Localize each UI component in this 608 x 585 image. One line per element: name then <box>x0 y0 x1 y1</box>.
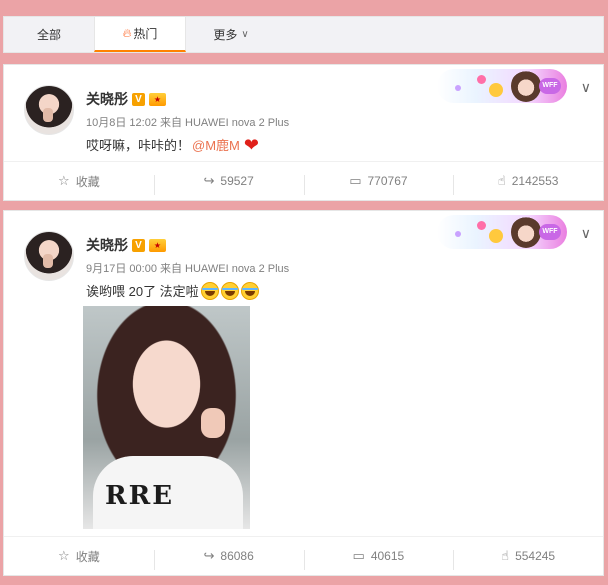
laugh-cry-emoji-icon <box>220 281 239 300</box>
tab-hot[interactable]: 🔥︎ 热门 <box>94 17 186 52</box>
post-text: 哎呀嘛，咔咔的！ @M鹿M ❤ <box>86 135 259 154</box>
post-menu-chevron-icon[interactable]: ∨ <box>581 225 591 242</box>
post-menu-chevron-icon[interactable]: ∨ <box>581 79 591 96</box>
post-card: 关晓彤 V ★ 9月17日 00:00 来自 HUAWEI nova 2 Plu… <box>3 210 604 576</box>
share-icon: ↪ <box>203 173 215 188</box>
thumbs-up-icon: ☝ <box>501 548 510 563</box>
like-count: 554245 <box>515 549 556 563</box>
vip-badge-icon: ★ <box>149 238 166 252</box>
post-photo[interactable]: RRE <box>83 306 250 529</box>
comment-button[interactable]: ▭ 770767 <box>303 173 454 195</box>
decoration-portrait-icon <box>511 70 541 102</box>
comment-count: 40615 <box>370 549 405 563</box>
laugh-cry-emoji-icon <box>200 281 219 300</box>
heart-emoji-icon: ❤ <box>243 134 259 155</box>
repost-count: 59527 <box>220 174 254 188</box>
decoration-portrait-icon <box>511 216 541 248</box>
chevron-down-icon: ∨ <box>241 29 249 40</box>
comment-button[interactable]: ▭ 40615 <box>303 548 454 570</box>
laugh-cry-emoji-icon <box>240 281 259 300</box>
tab-hot-label: 热门 <box>133 27 158 41</box>
verified-badge: V <box>132 92 145 106</box>
author-row: 关晓彤 V ★ <box>86 89 166 109</box>
like-button[interactable]: ☝ 554245 <box>453 548 603 570</box>
post-actions: ☆ 收藏 ↪ 59527 ▭ 770767 ☝ 2142553 <box>4 161 603 200</box>
vip-badge-icon: ★ <box>149 92 166 106</box>
mention-link[interactable]: @M鹿M <box>192 135 240 154</box>
tab-more-label: 更多 <box>213 28 238 42</box>
share-icon: ↪ <box>203 548 215 563</box>
like-count: 2142553 <box>511 174 559 188</box>
author-name[interactable]: 关晓彤 <box>86 235 128 255</box>
tab-all[interactable]: 全部 <box>4 17 94 52</box>
avatar[interactable] <box>24 85 74 135</box>
post-text-body: 诶哟喂 20了 法定啦 <box>86 284 199 299</box>
repost-button[interactable]: ↪ 59527 <box>153 173 304 195</box>
post-meta: 9月17日 00:00 来自 HUAWEI nova 2 Plus <box>86 263 290 275</box>
comment-icon: ▭ <box>352 548 365 563</box>
favorite-button[interactable]: ☆ 收藏 <box>4 173 154 190</box>
thumbs-up-icon: ☝ <box>497 173 506 188</box>
star-icon: ☆ <box>58 173 70 188</box>
favorite-label: 收藏 <box>75 174 100 189</box>
flame-icon: 🔥︎ <box>122 26 132 40</box>
like-button[interactable]: ☝ 2142553 <box>453 173 603 195</box>
comment-count: 770767 <box>367 174 408 188</box>
star-icon: ☆ <box>58 548 70 563</box>
feed-tabs: 全部 🔥︎ 热门 更多 ∨ <box>3 16 604 53</box>
favorite-label: 收藏 <box>75 549 100 564</box>
post-text: 诶哟喂 20了 法定啦 <box>86 281 259 300</box>
author-name[interactable]: 关晓彤 <box>86 89 128 109</box>
card-decoration: WFF <box>437 215 567 249</box>
post-actions: ☆ 收藏 ↪ 86086 ▭ 40615 ☝ 554245 <box>4 536 603 575</box>
tab-more[interactable]: 更多 ∨ <box>186 17 276 52</box>
wff-badge: WFF <box>539 224 561 240</box>
favorite-button[interactable]: ☆ 收藏 <box>4 548 154 565</box>
repost-count: 86086 <box>220 549 254 563</box>
post-text-body: 哎呀嘛，咔咔的！ <box>86 138 191 153</box>
post-meta: 10月8日 12:02 来自 HUAWEI nova 2 Plus <box>86 117 290 129</box>
post-card: 关晓彤 V ★ 10月8日 12:02 来自 HUAWEI nova 2 Plu… <box>3 64 604 201</box>
tab-all-label: 全部 <box>36 28 61 42</box>
avatar[interactable] <box>24 231 74 281</box>
card-decoration: WFF <box>437 69 567 103</box>
verified-badge: V <box>132 238 145 252</box>
wff-badge: WFF <box>539 78 561 94</box>
author-row: 关晓彤 V ★ <box>86 235 166 255</box>
repost-button[interactable]: ↪ 86086 <box>153 548 304 570</box>
comment-icon: ▭ <box>349 173 362 188</box>
